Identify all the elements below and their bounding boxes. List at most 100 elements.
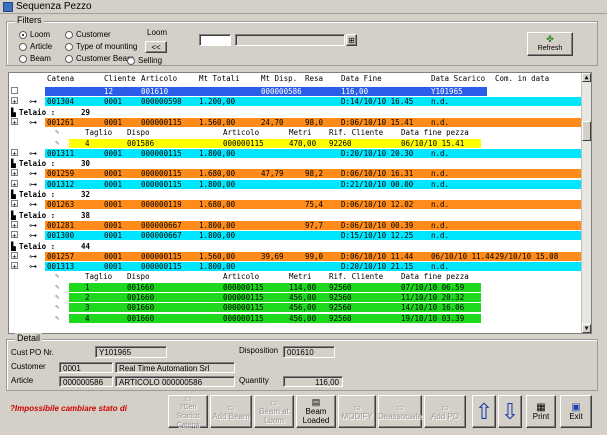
edit-pencil-icon: ✎ xyxy=(55,138,60,147)
scarico-catena-label: ?Cen Scarico Catena xyxy=(176,403,200,429)
radio-selling[interactable]: Selling xyxy=(127,56,162,65)
grid-scrollbar[interactable]: ▲ ▼ xyxy=(581,73,591,333)
loom-group-row[interactable]: ▙ Telaio : 29 xyxy=(9,107,587,117)
article-label: Article xyxy=(11,376,34,385)
chain-icon: ⊶ xyxy=(29,169,37,179)
modify-button[interactable]: ▭ MODIFY xyxy=(338,395,376,428)
chain-cell-3: 1.800,00 xyxy=(199,148,236,158)
piece-cell-2: 000000115 xyxy=(223,313,264,323)
chain-cell-7: n.d. xyxy=(431,231,450,241)
scroll-up-arrow-icon[interactable]: ▲ xyxy=(582,73,591,82)
loom-code-input[interactable] xyxy=(199,34,231,46)
loom-icon: ▙ xyxy=(11,159,16,169)
chain-row[interactable]: + ⊶ 001304 0001 000000598 1.200,00 D:14/10/10 … xyxy=(11,97,587,107)
chain-row[interactable]: + ⊶ 001259 0001 000000115 1.680,00 47,79 98,2 D:… xyxy=(11,169,587,179)
expand-collapse-icon[interactable]: + xyxy=(11,97,18,106)
expand-collapse-icon[interactable]: + xyxy=(11,169,18,178)
radio-article-dot xyxy=(19,42,27,51)
piece-subheader-row[interactable]: ✎ Taglio Dispo Articolo Metri Rif. Cliente Dat… xyxy=(55,272,481,282)
piece-cell-4: 92560 xyxy=(329,303,352,313)
expand-collapse-icon[interactable]: + xyxy=(11,231,18,240)
chain-cell-2: 000000115 xyxy=(141,251,182,261)
chain-icon: ✎ xyxy=(29,87,34,96)
beam-at-loom-button[interactable]: ▭ Beam at Loom xyxy=(254,395,294,428)
col-header-articolo: Articolo xyxy=(141,74,178,83)
move-up-button[interactable]: ⇧ xyxy=(472,395,496,428)
piece-row[interactable]: ✎ 4 001660 000000115 456,00 92560 19/10/10 03.… xyxy=(55,313,481,323)
loom-group-row[interactable]: ▙ Telaio : 30 xyxy=(9,159,587,169)
expand-collapse-icon[interactable]: + xyxy=(11,200,18,209)
refresh-button[interactable]: ✤ Refresh xyxy=(527,32,573,56)
loom-group-row[interactable]: ▙ Telaio : 38 xyxy=(9,210,587,220)
chain-cell-2: 000000115 xyxy=(141,148,182,158)
arrow-down-icon: ⇩ xyxy=(500,398,520,424)
expand-collapse-icon[interactable]: + xyxy=(11,262,18,271)
chain-row[interactable]: + ⊶ 001312 0001 000000115 1.800,00 D:21/10/10 … xyxy=(11,179,587,189)
loom-number: 29 xyxy=(81,107,91,117)
chain-row[interactable]: ✎ 12 001610 000000586 116,00 Y101965 06/10/10 … xyxy=(11,87,558,96)
chain-cell-6: D:15/10/10 12.25 xyxy=(341,231,414,241)
expand-collapse-icon[interactable]: + xyxy=(11,251,18,261)
expand-collapse-icon[interactable]: + xyxy=(11,179,18,189)
loom-label: Telaio : xyxy=(19,107,56,117)
expand-collapse-icon[interactable]: + xyxy=(11,148,18,158)
radio-beam[interactable]: Beam xyxy=(19,54,51,63)
expand-collapse-icon[interactable] xyxy=(11,87,18,94)
loom-group-row[interactable]: ▙ Telaio : 32 xyxy=(9,190,587,199)
piece-cell-4: 92260 xyxy=(329,138,352,148)
loom-group-row[interactable]: ▙ Telaio : 44 xyxy=(9,241,587,251)
chain-row[interactable]: + ⊶ 001311 0001 000000115 1.800,00 D:20/10/10 … xyxy=(11,148,587,158)
chain-row[interactable]: + ⊶ 001257 0001 000000115 1.560,00 39,69 99,0 D:… xyxy=(11,251,587,261)
expand-collapse-icon[interactable]: + xyxy=(11,117,18,127)
chain-row[interactable]: + ⊶ 001313 0001 000000115 1.800,00 D:20/10/10 … xyxy=(11,262,587,272)
scroll-thumb[interactable] xyxy=(582,121,591,141)
loom-lookup-button[interactable]: ⊞ xyxy=(346,34,357,46)
radio-customer-beam[interactable]: Customer Beam xyxy=(65,54,134,63)
piece-cell-5: Data fine pezza xyxy=(401,272,469,282)
loom-label: Telaio : xyxy=(19,241,56,251)
chain-cell-3: 1.560,00 xyxy=(199,117,236,127)
edit-pencil-icon: ✎ xyxy=(55,272,60,281)
beam-loaded-button[interactable]: ▤ Beam Loaded xyxy=(296,395,336,428)
quantity-label: Quantity xyxy=(239,376,269,385)
piece-row[interactable]: ✎ 1 001660 000000115 114,00 92560 07/10/10 06.… xyxy=(55,282,481,292)
loom-filter-button[interactable]: << xyxy=(145,41,167,53)
chain-cell-7: n.d. xyxy=(431,117,450,127)
col-header-catena: Catena xyxy=(47,74,75,83)
loom-number: 30 xyxy=(81,159,91,169)
chain-row[interactable]: + ⊶ 001261 0001 000000115 1.560,00 24,70 98,0 D:… xyxy=(11,117,587,127)
loom-icon: ▙ xyxy=(11,210,16,220)
chain-row[interactable]: + ⊶ 001300 0001 000000667 1.800,00 D:15/10/10 … xyxy=(11,231,587,241)
radio-customer[interactable]: Customer xyxy=(65,30,111,39)
radio-article[interactable]: Article xyxy=(19,42,52,51)
radio-type-of-mounting[interactable]: Type of mounting xyxy=(65,42,137,51)
piece-cell-2: 000000115 xyxy=(223,282,264,292)
chain-row[interactable]: + ⊶ 001281 0001 000000667 1.800,00 97,7 D:06/10… xyxy=(11,220,587,230)
scarico-catena-button[interactable]: ▭ ?Cen Scarico Catena xyxy=(168,394,208,429)
move-down-button[interactable]: ⇩ xyxy=(498,395,522,428)
chain-cell-6: D:06/10/10 12.02 xyxy=(341,200,414,210)
piece-subheader-row[interactable]: ✎ Taglio Dispo Articolo Metri Rif. Cliente Dat… xyxy=(55,128,481,138)
chain-row[interactable]: + ⊶ 001263 0001 000000119 1.680,00 75,4 D:06/10… xyxy=(11,200,587,210)
expand-collapse-icon[interactable]: + xyxy=(11,220,18,230)
exit-button[interactable]: ▣ Exit xyxy=(560,395,592,428)
piece-row[interactable]: ✎ 3 001660 000000115 456,00 92560 14/10/10 16.… xyxy=(55,303,481,313)
piece-row[interactable]: ✎ 4 001586 000000115 470,00 92260 06/10/10 15.… xyxy=(55,138,481,148)
chain-cell-1: 0001 xyxy=(104,169,123,179)
radio-loom[interactable]: Loom xyxy=(19,30,50,39)
print-button[interactable]: ▦ Print xyxy=(526,395,556,428)
chain-cell-4: 000000586 xyxy=(261,87,302,96)
chain-cell-1: 0001 xyxy=(104,262,123,272)
chain-cell-0: 001313 xyxy=(47,262,75,272)
deassociate-button[interactable]: ▭ Deassociate xyxy=(378,395,422,428)
edit-pencil-icon: ✎ xyxy=(55,282,60,291)
add-beam-icon: ▭ xyxy=(227,402,235,412)
add-beam-button[interactable]: ▭ Add Beam xyxy=(210,395,252,428)
scroll-down-arrow-icon[interactable]: ▼ xyxy=(582,324,591,333)
chain-cell-3: 1.560,00 xyxy=(199,251,236,261)
chain-icon: ⊶ xyxy=(29,148,37,158)
piece-row[interactable]: ✎ 2 001660 000000115 456,00 92560 11/10/10 20.… xyxy=(55,293,481,302)
add-po-button[interactable]: ▭ Add PO xyxy=(424,395,466,428)
production-grid[interactable]: Catena Cliente Articolo Mt Totali Mt Dis… xyxy=(8,72,592,334)
chain-icon: ⊶ xyxy=(29,97,37,107)
